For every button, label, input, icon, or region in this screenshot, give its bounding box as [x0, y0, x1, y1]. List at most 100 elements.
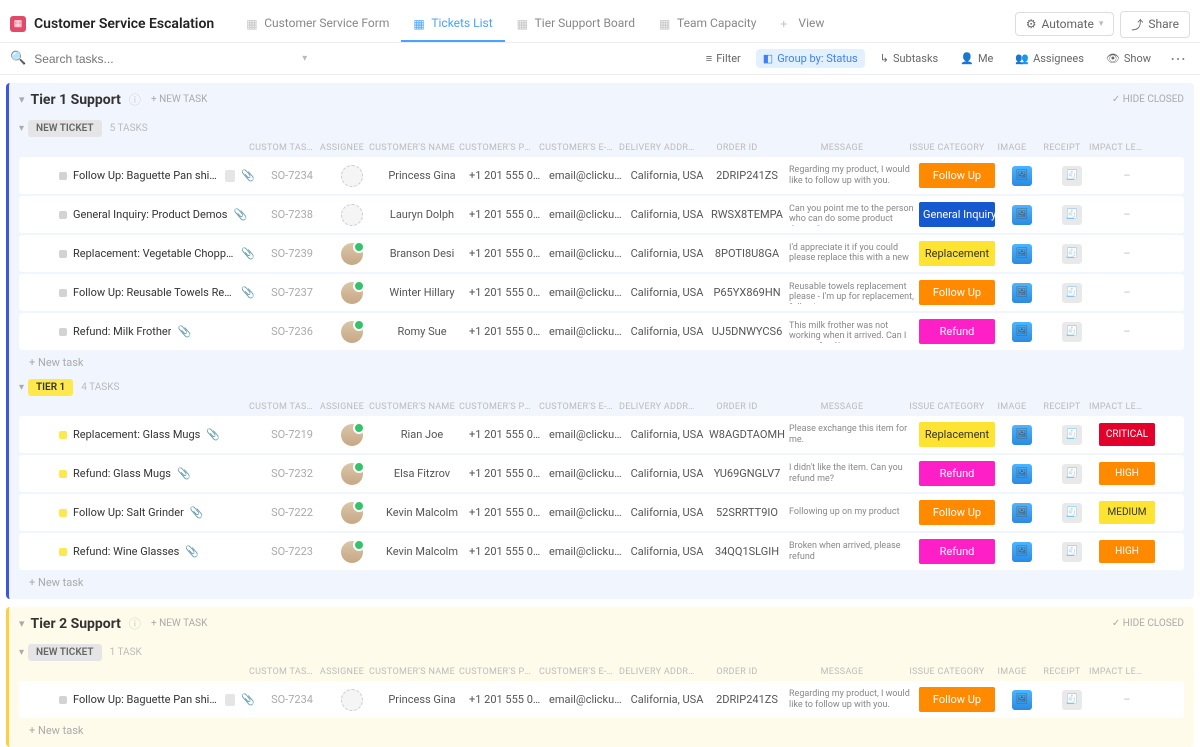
unassigned-avatar[interactable] — [341, 689, 363, 711]
column-header[interactable]: RECEIPT — [1037, 402, 1087, 412]
image-thumbnail[interactable]: 🖼 — [1012, 464, 1032, 484]
receipt-thumbnail[interactable]: 🧾 — [1062, 690, 1082, 710]
column-header[interactable]: ISSUE CATEGORY — [907, 402, 987, 412]
column-header[interactable]: MESSAGE — [777, 667, 907, 677]
column-header[interactable]: CUSTOMER'S NAME — [367, 143, 457, 153]
unassigned-avatar[interactable] — [341, 204, 363, 226]
column-header[interactable]: DELIVERY ADDRESS — [617, 143, 697, 153]
column-header[interactable]: IMAGE — [987, 667, 1037, 677]
image-thumbnail[interactable]: 🖼 — [1012, 690, 1032, 710]
column-header[interactable]: RECEIPT — [1037, 143, 1087, 153]
search-input[interactable] — [34, 52, 234, 66]
column-header[interactable]: ASSIGNEE — [317, 402, 367, 412]
task-title[interactable]: General Inquiry: Product Demos — [73, 208, 227, 221]
assignee-avatar[interactable] — [341, 282, 363, 304]
assignee-avatar[interactable] — [341, 424, 363, 446]
issue-category-badge[interactable]: Replacement — [919, 241, 995, 266]
column-header[interactable]: CUSTOMER'S E-MAIL — [537, 143, 617, 153]
column-header[interactable]: CUSTOM TASK ID — [247, 667, 317, 677]
subtasks-button[interactable]: ↳Subtasks — [873, 49, 946, 68]
image-thumbnail[interactable]: 🖼 — [1012, 503, 1032, 523]
column-header[interactable]: CUSTOMER'S PHONE — [457, 143, 537, 153]
impact-badge[interactable]: MEDIUM — [1099, 501, 1155, 524]
issue-category-badge[interactable]: Refund — [919, 461, 995, 486]
info-icon[interactable]: ⓘ — [129, 91, 141, 108]
task-title[interactable]: Refund: Milk Frother — [73, 325, 171, 338]
receipt-thumbnail[interactable]: 🧾 — [1062, 464, 1082, 484]
column-header[interactable]: CUSTOMER'S NAME — [367, 402, 457, 412]
status-pill[interactable]: NEW TICKET — [28, 120, 102, 137]
receipt-thumbnail[interactable]: 🧾 — [1062, 205, 1082, 225]
column-header[interactable]: CUSTOM TASK ID — [247, 402, 317, 412]
column-header[interactable]: ISSUE CATEGORY — [907, 143, 987, 153]
task-row[interactable]: Follow Up: Salt Grinder📎SO-7222Kevin Mal… — [19, 494, 1184, 531]
assignee-avatar[interactable] — [341, 463, 363, 485]
image-thumbnail[interactable]: 🖼 — [1012, 244, 1032, 264]
issue-category-badge[interactable]: Replacement — [919, 422, 995, 447]
issue-category-badge[interactable]: Follow Up — [919, 500, 995, 525]
image-thumbnail[interactable]: 🖼 — [1012, 283, 1032, 303]
status-pill[interactable]: NEW TICKET — [28, 644, 102, 661]
more-menu[interactable]: ⋯ — [1166, 49, 1190, 68]
column-header[interactable]: CUSTOMER'S PHONE — [457, 402, 537, 412]
column-header[interactable]: ORDER ID — [697, 402, 777, 412]
status-pill[interactable]: TIER 1 — [28, 379, 73, 396]
column-header[interactable]: IMAGE — [987, 143, 1037, 153]
image-thumbnail[interactable]: 🖼 — [1012, 205, 1032, 225]
column-header[interactable]: CUSTOMER'S PHONE — [457, 667, 537, 677]
column-header[interactable]: CUSTOMER'S E-MAIL — [537, 402, 617, 412]
assignee-avatar[interactable] — [341, 321, 363, 343]
hide-closed-toggle[interactable]: ✓ HIDE CLOSED — [1112, 94, 1184, 105]
new-task-row[interactable]: + New task — [9, 572, 1194, 595]
column-header[interactable]: DELIVERY ADDRESS — [617, 402, 697, 412]
new-task-row[interactable]: + New task — [9, 720, 1194, 743]
column-header[interactable]: IMPACT LEVEL — [1087, 667, 1147, 677]
receipt-thumbnail[interactable]: 🧾 — [1062, 425, 1082, 445]
image-thumbnail[interactable]: 🖼 — [1012, 542, 1032, 562]
view-tab[interactable]: ▦Customer Service Form — [234, 6, 401, 42]
task-title[interactable]: Replacement: Vegetable Chopper — [73, 247, 235, 260]
receipt-thumbnail[interactable]: 🧾 — [1062, 166, 1082, 186]
column-header[interactable]: CUSTOMER'S E-MAIL — [537, 667, 617, 677]
image-thumbnail[interactable]: 🖼 — [1012, 425, 1032, 445]
task-row[interactable]: Refund: Milk Frother📎SO-7236Romy Sue+1 2… — [19, 313, 1184, 350]
task-title[interactable]: Follow Up: Baguette Pan shipping — [73, 169, 219, 182]
receipt-thumbnail[interactable]: 🧾 — [1062, 503, 1082, 523]
add-view-button[interactable]: +View — [768, 6, 836, 42]
task-row[interactable]: Follow Up: Baguette Pan shipping📎SO-7234… — [19, 157, 1184, 194]
assignee-avatar[interactable] — [341, 243, 363, 265]
new-task-row[interactable]: + New task — [9, 352, 1194, 375]
column-header[interactable]: MESSAGE — [777, 402, 907, 412]
view-tab[interactable]: ▦Tickets List — [401, 6, 504, 42]
automate-button[interactable]: ⚙ Automate ▾ — [1015, 12, 1115, 36]
column-header[interactable]: IMPACT LEVEL — [1087, 402, 1147, 412]
task-title[interactable]: Refund: Wine Glasses — [73, 545, 179, 558]
receipt-thumbnail[interactable]: 🧾 — [1062, 283, 1082, 303]
show-button[interactable]: 👁Show — [1099, 49, 1158, 68]
task-row[interactable]: Replacement: Glass Mugs📎SO-7219Rian Joe+… — [19, 416, 1184, 453]
column-header[interactable]: ISSUE CATEGORY — [907, 667, 987, 677]
task-title[interactable]: Follow Up: Salt Grinder — [73, 506, 184, 519]
task-row[interactable]: Refund: Wine Glasses📎SO-7223Kevin Malcol… — [19, 533, 1184, 570]
issue-category-badge[interactable]: Refund — [919, 319, 995, 344]
chevron-down-icon[interactable]: ▾ — [242, 53, 307, 64]
task-row[interactable]: Follow Up: Reusable Towels Replacement📎S… — [19, 274, 1184, 311]
collapse-icon[interactable]: ▾ — [19, 93, 25, 106]
issue-category-badge[interactable]: Refund — [919, 539, 995, 564]
impact-badge[interactable]: HIGH — [1099, 462, 1155, 485]
assignees-button[interactable]: 👥Assignees — [1008, 49, 1091, 68]
image-thumbnail[interactable]: 🖼 — [1012, 166, 1032, 186]
column-header[interactable]: ASSIGNEE — [317, 143, 367, 153]
collapse-icon[interactable]: ▾ — [19, 382, 24, 393]
assignee-avatar[interactable] — [341, 541, 363, 563]
impact-badge[interactable]: CRITICAL — [1099, 423, 1155, 446]
assignee-avatar[interactable] — [341, 502, 363, 524]
column-header[interactable]: CUSTOM TASK ID — [247, 143, 317, 153]
issue-category-badge[interactable]: Follow Up — [919, 163, 995, 188]
filter-button[interactable]: ≡Filter — [699, 49, 748, 68]
image-thumbnail[interactable]: 🖼 — [1012, 322, 1032, 342]
column-header[interactable]: IMAGE — [987, 402, 1037, 412]
task-row[interactable]: Follow Up: Baguette Pan shipping📎SO-7234… — [19, 681, 1184, 718]
task-title[interactable]: Replacement: Glass Mugs — [73, 428, 200, 441]
unassigned-avatar[interactable] — [341, 165, 363, 187]
